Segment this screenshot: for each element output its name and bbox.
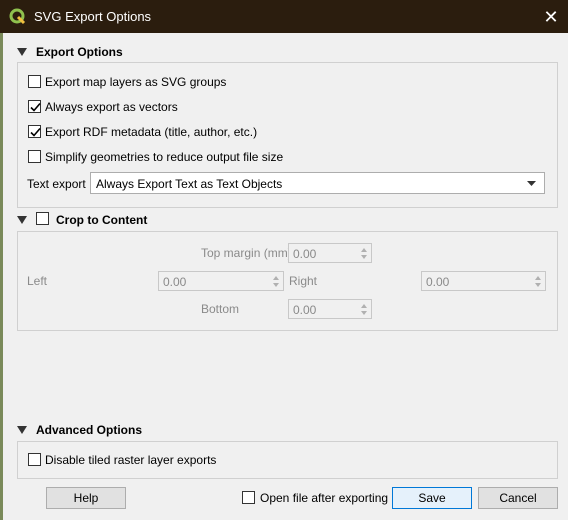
- disable-tiled-raster-checkbox[interactable]: [28, 453, 41, 466]
- window-edge: [0, 33, 3, 520]
- left-margin-label: Left: [27, 274, 48, 288]
- open-after-export-checkbox[interactable]: [242, 491, 255, 504]
- left-margin-value: 0.00: [163, 275, 187, 289]
- bottom-margin-label: Bottom: [201, 302, 240, 316]
- top-margin-label: Top margin (mm): [201, 246, 292, 260]
- spin-down-icon[interactable]: [361, 311, 367, 315]
- spin-buttons[interactable]: [532, 272, 545, 290]
- spin-up-icon[interactable]: [535, 276, 541, 280]
- spin-down-icon[interactable]: [273, 283, 279, 287]
- export-layers-svg-groups-label: Export map layers as SVG groups: [45, 75, 227, 89]
- right-margin-label: Right: [289, 274, 318, 288]
- spin-up-icon[interactable]: [361, 248, 367, 252]
- top-margin-spinbox[interactable]: 0.00: [288, 243, 372, 263]
- title-bar: SVG Export Options ✕: [0, 0, 568, 33]
- spin-buttons[interactable]: [358, 244, 371, 262]
- close-icon[interactable]: ✕: [540, 6, 562, 28]
- open-after-export-label: Open file after exporting: [260, 491, 389, 505]
- right-margin-spinbox[interactable]: 0.00: [421, 271, 546, 291]
- text-export-label: Text export: [27, 177, 86, 191]
- export-rdf-metadata-checkbox[interactable]: [28, 125, 41, 138]
- spin-buttons[interactable]: [270, 272, 283, 290]
- simplify-geometries-checkbox[interactable]: [28, 150, 41, 163]
- export-layers-svg-groups-checkbox[interactable]: [28, 75, 41, 88]
- collapse-triangle-icon[interactable]: [17, 48, 27, 56]
- export-rdf-metadata-label: Export RDF metadata (title, author, etc.…: [45, 125, 258, 139]
- window-title: SVG Export Options: [34, 9, 152, 24]
- always-export-vectors-label: Always export as vectors: [45, 100, 178, 114]
- spin-down-icon[interactable]: [535, 283, 541, 287]
- chevron-down-icon: [527, 181, 536, 186]
- collapse-triangle-icon[interactable]: [17, 426, 27, 434]
- collapse-triangle-icon[interactable]: [17, 216, 27, 224]
- disable-tiled-raster-label: Disable tiled raster layer exports: [45, 453, 217, 467]
- cancel-button[interactable]: Cancel: [478, 487, 558, 509]
- checkmark-icon: [30, 102, 41, 112]
- help-button[interactable]: Help: [46, 487, 126, 509]
- save-button[interactable]: Save: [392, 487, 472, 509]
- top-margin-value: 0.00: [293, 247, 317, 261]
- text-export-dropdown[interactable]: Always Export Text as Text Objects: [90, 172, 545, 194]
- crop-to-content-header[interactable]: Crop to Content: [56, 213, 147, 229]
- always-export-vectors-checkbox[interactable]: [28, 100, 41, 113]
- left-margin-spinbox[interactable]: 0.00: [158, 271, 284, 291]
- qgis-logo-icon: [9, 8, 26, 25]
- advanced-options-header[interactable]: Advanced Options: [36, 423, 142, 439]
- bottom-margin-spinbox[interactable]: 0.00: [288, 299, 372, 319]
- export-options-header[interactable]: Export Options: [36, 45, 123, 61]
- spin-buttons[interactable]: [358, 300, 371, 318]
- text-export-value: Always Export Text as Text Objects: [96, 177, 283, 191]
- checkmark-icon: [30, 127, 41, 137]
- right-margin-value: 0.00: [426, 275, 450, 289]
- bottom-margin-value: 0.00: [293, 303, 317, 317]
- simplify-geometries-label: Simplify geometries to reduce output fil…: [45, 150, 284, 164]
- spin-up-icon[interactable]: [361, 304, 367, 308]
- spin-down-icon[interactable]: [361, 255, 367, 259]
- crop-to-content-checkbox[interactable]: [36, 212, 49, 225]
- spin-up-icon[interactable]: [273, 276, 279, 280]
